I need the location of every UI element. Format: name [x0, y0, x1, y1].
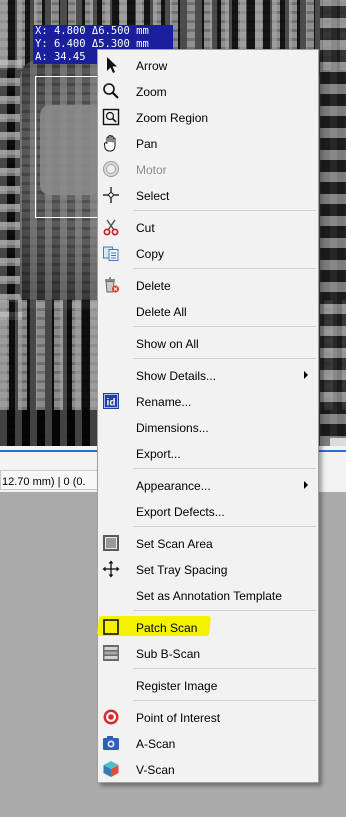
patch-scan-icon	[103, 619, 119, 635]
menu-separator	[133, 610, 316, 611]
menu-item-label: Set as Annotation Template	[136, 589, 282, 603]
menu-item-show-on-all[interactable]: Show on All	[98, 330, 318, 356]
menu-item-motor[interactable]: Motor	[98, 156, 318, 182]
status-text: 12.70 mm) | 0 (0.	[2, 476, 86, 488]
zoom-region-icon	[102, 108, 120, 126]
scrollbar-thumb[interactable]	[330, 438, 346, 446]
menu-item-dimensions[interactable]: Dimensions...	[98, 414, 318, 440]
menu-item-label: Register Image	[136, 679, 218, 693]
menu-item-sub-b-scan[interactable]: Sub B-Scan	[98, 640, 318, 666]
menu-item-appearance[interactable]: Appearance...	[98, 472, 318, 498]
menu-item-point-of-interest[interactable]: Point of Interest	[98, 704, 318, 730]
hand-icon	[104, 135, 116, 152]
magnifier-icon	[103, 83, 119, 99]
menu-item-set-scan-area[interactable]: Set Scan Area	[98, 530, 318, 556]
menu-item-v-scan[interactable]: V-Scan	[98, 756, 318, 782]
menu-item-zoom[interactable]: Zoom	[98, 78, 318, 104]
scan-area-icon	[103, 535, 119, 551]
submenu-arrow-icon	[304, 481, 308, 489]
motor-icon	[103, 161, 119, 177]
menu-item-label: Select	[136, 189, 170, 203]
menu-item-label: Rename...	[136, 395, 192, 409]
menu-item-label: V-Scan	[136, 763, 175, 777]
menu-item-pan[interactable]: Pan	[98, 130, 318, 156]
menu-item-rename[interactable]: id Rename...	[98, 388, 318, 414]
menu-item-label: Sub B-Scan	[136, 647, 201, 661]
menu-item-label: Delete	[136, 279, 171, 293]
copy-icon	[103, 246, 119, 261]
submenu-arrow-icon	[304, 371, 308, 379]
menu-item-export[interactable]: Export...	[98, 440, 318, 466]
menu-item-label: Cut	[136, 221, 155, 235]
menu-item-label: Motor	[136, 163, 167, 177]
menu-item-label: Show on All	[136, 337, 199, 351]
menu-item-delete-all[interactable]: Delete All	[98, 298, 318, 324]
crosshair-icon	[103, 187, 119, 203]
menu-item-label: Set Scan Area	[136, 537, 213, 551]
menu-separator	[133, 210, 316, 211]
menu-item-copy[interactable]: Copy	[98, 240, 318, 266]
menu-item-label: Delete All	[136, 305, 187, 319]
menu-item-label: Zoom	[136, 85, 167, 99]
menu-separator	[133, 700, 316, 701]
menu-item-arrow[interactable]: Arrow	[98, 52, 318, 78]
coord-line-x: X: 4.800 Δ6.500 mm	[35, 25, 149, 37]
target-icon	[103, 709, 119, 725]
menu-separator	[133, 668, 316, 669]
move-arrows-icon	[102, 560, 120, 578]
menu-item-label: Appearance...	[136, 479, 211, 493]
menu-item-label: Pan	[136, 137, 158, 151]
arrow-cursor-icon	[107, 57, 117, 73]
menu-item-label: Export Defects...	[136, 505, 225, 519]
menu-item-label: A-Scan	[136, 737, 176, 751]
menu-item-show-details[interactable]: Show Details...	[98, 362, 318, 388]
scan-texture-right	[320, 0, 346, 446]
menu-separator	[133, 358, 316, 359]
context-menu: Arrow Zoom Zoom Region Pan Motor Select …	[96, 49, 319, 783]
camera-icon	[103, 736, 119, 750]
menu-item-label: Point of Interest	[136, 711, 221, 725]
menu-separator	[133, 326, 316, 327]
svg-text:id: id	[107, 398, 116, 409]
menu-item-select[interactable]: Select	[98, 182, 318, 208]
sub-b-scan-icon	[103, 645, 119, 661]
cube-icon	[103, 761, 119, 777]
menu-item-label: Copy	[136, 247, 165, 261]
trash-icon	[105, 277, 119, 293]
selection-rectangle[interactable]	[35, 76, 99, 218]
menu-item-cut[interactable]: Cut	[98, 214, 318, 240]
menu-item-label: Show Details...	[136, 369, 217, 383]
menu-item-label: Dimensions...	[136, 421, 209, 435]
rename-id-icon: id	[103, 393, 119, 409]
menu-item-label: Zoom Region	[136, 111, 209, 125]
menu-item-label: Set Tray Spacing	[136, 563, 228, 577]
menu-separator	[133, 268, 316, 269]
menu-item-label: Arrow	[136, 59, 168, 73]
scissors-icon	[103, 219, 119, 236]
menu-item-delete[interactable]: Delete	[98, 272, 318, 298]
menu-item-register-image[interactable]: Register Image	[98, 672, 318, 698]
menu-item-set-tray-spacing[interactable]: Set Tray Spacing	[98, 556, 318, 582]
menu-separator	[133, 526, 316, 527]
menu-item-zoom-region[interactable]: Zoom Region	[98, 104, 318, 130]
menu-item-export-defects[interactable]: Export Defects...	[98, 498, 318, 524]
menu-item-label: Export...	[136, 447, 181, 461]
menu-separator	[133, 468, 316, 469]
menu-item-label: Patch Scan	[136, 621, 198, 635]
menu-item-set-annotation-template[interactable]: Set as Annotation Template	[98, 582, 318, 608]
menu-item-a-scan[interactable]: A-Scan	[98, 730, 318, 756]
menu-item-patch-scan[interactable]: Patch Scan	[98, 614, 318, 640]
